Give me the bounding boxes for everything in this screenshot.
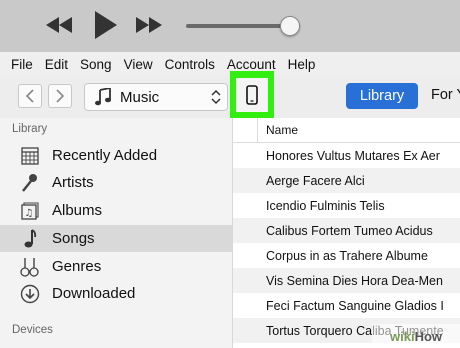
music-note-icon: [95, 88, 111, 106]
table-row[interactable]: Corpus in as Trahere Albume: [233, 243, 460, 268]
menu-song[interactable]: Song: [69, 57, 112, 72]
download-icon: [18, 283, 42, 305]
volume-knob[interactable]: [280, 16, 300, 36]
music-note-icon: [18, 228, 42, 250]
play-icon: [95, 11, 117, 39]
menu-account[interactable]: Account: [216, 57, 276, 72]
column-divider: [257, 118, 258, 142]
song-name: Aerge Facere Alci: [266, 173, 365, 188]
sidebar-item-label: Downloaded: [52, 285, 136, 302]
song-name: Calibus Fortem Tumeo Acidus: [266, 223, 433, 238]
next-button[interactable]: [134, 14, 164, 36]
menu-file[interactable]: File: [0, 57, 33, 72]
wikihow-watermark: wiki How: [372, 324, 460, 348]
album-icon: ♫: [18, 200, 42, 222]
watermark-prefix: wiki: [389, 328, 415, 344]
sidebar-item-label: Albums: [52, 202, 103, 219]
devices-section-header: Devices: [12, 324, 53, 336]
sidebar-item-label: Artists: [52, 174, 94, 191]
library-section-header: Library: [12, 123, 48, 135]
next-icon: [136, 17, 162, 33]
menu-help[interactable]: Help: [277, 57, 316, 72]
previous-button[interactable]: [44, 14, 74, 36]
name-column-header[interactable]: Name: [266, 123, 298, 137]
media-kind-label: Music: [120, 88, 160, 106]
device-button[interactable]: [236, 77, 268, 112]
iphone-icon: [246, 84, 258, 105]
sidebar-item-label: Songs: [52, 230, 95, 247]
song-name: Feci Factum Sanguine Gladios I: [266, 298, 444, 313]
chevron-left-icon: [25, 89, 34, 103]
sidebar-item-label: Genres: [52, 258, 102, 275]
table-row[interactable]: Aerge Facere Alci: [233, 168, 460, 193]
volume-slider[interactable]: [186, 24, 292, 28]
back-button[interactable]: [18, 84, 42, 108]
song-name: Icendio Fulminis Telis: [266, 198, 385, 213]
guitars-icon: [18, 256, 42, 278]
sidebar-item-artists[interactable]: Artists: [0, 169, 232, 196]
calendar-grid-icon: [18, 145, 42, 167]
watermark-suffix: How: [414, 328, 443, 344]
chevron-right-icon: [56, 89, 65, 103]
menu-view[interactable]: View: [113, 57, 153, 72]
media-kind-select[interactable]: Music: [84, 83, 228, 111]
svg-text:♫: ♫: [25, 208, 34, 219]
menu-edit[interactable]: Edit: [34, 57, 68, 72]
sidebar-item-albums[interactable]: ♫ Albums: [0, 197, 232, 224]
song-name: Corpus in as Trahere Albume: [266, 248, 428, 263]
sidebar-item-songs[interactable]: Songs: [0, 225, 232, 252]
table-row[interactable]: Honores Vultus Mutares Ex Aer: [233, 143, 460, 168]
table-header: Name: [233, 118, 460, 143]
sidebar-item-label: Recently Added: [52, 147, 158, 164]
play-button[interactable]: [92, 10, 118, 40]
song-name: Vis Semina Dies Hora Dea-Men: [266, 273, 443, 288]
microphone-icon: [18, 172, 42, 194]
previous-icon: [46, 17, 72, 33]
menu-controls[interactable]: Controls: [154, 57, 215, 72]
song-list: Name Honores Vultus Mutares Ex Aer Aerge…: [233, 118, 460, 348]
table-row[interactable]: Feci Factum Sanguine Gladios I: [233, 293, 460, 318]
sidebar-item-downloaded[interactable]: Downloaded: [0, 280, 232, 307]
table-row[interactable]: Vis Semina Dies Hora Dea-Men: [233, 268, 460, 293]
device-button-highlight: [230, 71, 274, 118]
sidebar-item-recently-added[interactable]: Recently Added: [0, 142, 232, 169]
table-row[interactable]: Calibus Fortem Tumeo Acidus: [233, 218, 460, 243]
library-tab-button[interactable]: Library: [346, 83, 418, 109]
sidebar-item-genres[interactable]: Genres: [0, 253, 232, 280]
table-row[interactable]: Icendio Fulminis Telis: [233, 193, 460, 218]
song-name: Honores Vultus Mutares Ex Aer: [266, 148, 440, 163]
forward-button[interactable]: [48, 84, 72, 108]
player-bar: [0, 0, 460, 52]
for-you-tab[interactable]: For Y: [431, 87, 460, 103]
sidebar: Library Recently Added Artists ♫ Albums …: [0, 118, 233, 348]
chevron-updown-icon: [211, 89, 221, 105]
